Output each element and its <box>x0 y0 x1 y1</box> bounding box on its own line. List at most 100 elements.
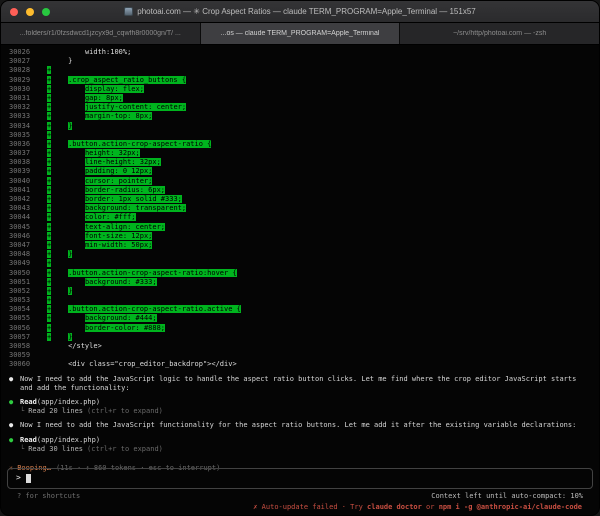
message-bullet-icon: ● <box>9 421 20 430</box>
code-text: <div class="crop_editor_backdrop"></div> <box>68 360 237 368</box>
diff-line: 30028+ <box>1 66 599 75</box>
code-text: display: flex; <box>85 85 144 93</box>
diff-line: 30044+ color: #fff; <box>1 213 599 222</box>
code-text: } <box>68 57 72 65</box>
diff-line: 30043+ background: transparent; <box>1 204 599 213</box>
diff-line: 30049+ <box>1 259 599 268</box>
line-number: 30030 <box>9 85 31 94</box>
tool-name: Read <box>20 436 37 444</box>
line-number: 30028 <box>9 66 31 75</box>
code-text: </style> <box>68 342 102 350</box>
tool-call-label: Read(app/index.php) <box>20 398 599 407</box>
diff-line: 30036+ .button.action-crop-aspect-ratio … <box>1 140 599 149</box>
code-text: height: 32px; <box>85 149 140 157</box>
bottom-ui: > ? for shortcuts Context left until aut… <box>1 468 599 512</box>
line-number: 30059 <box>9 351 31 360</box>
diff-line: 30033+ margin-top: 8px; <box>1 112 599 121</box>
diff-line: 30054+ .button.action-crop-aspect-ratio.… <box>1 305 599 314</box>
diff-line: 30026 width:100%; <box>1 48 599 57</box>
prompt-symbol: > <box>16 473 21 482</box>
expand-hint: (ctrl+r to expand) <box>87 445 163 454</box>
line-number: 30034 <box>9 122 31 131</box>
diff-line: 30034+ } <box>1 122 599 131</box>
expand-hint: (ctrl+r to expand) <box>87 407 163 416</box>
code-text: font-size: 12px; <box>85 232 152 240</box>
message-text: Now I need to add the JavaScript functio… <box>20 421 599 430</box>
code-text: background: #444; <box>85 314 157 322</box>
code-text: color: #fff; <box>85 213 136 221</box>
line-number: 30040 <box>9 177 31 186</box>
title-bar[interactable]: photoai.com — ✳ Crop Aspect Ratios — cla… <box>1 1 599 23</box>
code-text: border-radius: 6px; <box>85 186 165 194</box>
tool-args: (app/index.php) <box>37 436 100 444</box>
line-number: 30048 <box>9 250 31 259</box>
diff-line: 30059 <box>1 351 599 360</box>
close-button[interactable] <box>10 8 18 16</box>
diff-line: 30040+ cursor: pointer; <box>1 177 599 186</box>
tool-result-text: Read 30 lines <box>28 445 83 454</box>
line-number: 30042 <box>9 195 31 204</box>
diff-line: 30041+ border-radius: 6px; <box>1 186 599 195</box>
tool-args: (app/index.php) <box>37 398 100 406</box>
code-text: background: transparent; <box>85 204 186 212</box>
traffic-lights <box>10 1 50 22</box>
diff-line: 30048+ } <box>1 250 599 259</box>
claude-doctor-command: claude doctor <box>367 503 422 511</box>
diff-line: 30031+ gap: 8px; <box>1 94 599 103</box>
elbow-icon: └ <box>20 445 24 454</box>
message-bullet-icon: ● <box>9 375 20 384</box>
code-text: } <box>68 287 72 295</box>
code-text: line-height: 32px; <box>85 158 161 166</box>
code-text: .button.action-crop-aspect-ratio { <box>68 140 211 148</box>
window-title: photoai.com — ✳ Crop Aspect Ratios — cla… <box>137 7 475 16</box>
line-number: 30039 <box>9 167 31 176</box>
code-text: min-width: 50px; <box>85 241 152 249</box>
prompt-input[interactable]: > <box>7 468 593 489</box>
diff-line: 30027 } <box>1 57 599 66</box>
tab-zsh[interactable]: ~/srv/http/photoai.com — -zsh <box>400 23 599 44</box>
diff-line: 30047+ min-width: 50px; <box>1 241 599 250</box>
code-text: .button.action-crop-aspect-ratio:hover { <box>68 269 237 277</box>
line-number: 30053 <box>9 296 31 305</box>
tool-call-read-2: ● Read(app/index.php) └ Read 30 lines (c… <box>1 436 599 454</box>
line-number: 30029 <box>9 76 31 85</box>
tool-bullet-icon: ● <box>9 436 20 445</box>
diff-line: 30042+ border: 1px solid #333; <box>1 195 599 204</box>
document-proxy-icon <box>124 7 133 16</box>
text-cursor <box>26 474 31 483</box>
tool-result-text: Read 20 lines <box>28 407 83 416</box>
tool-result[interactable]: └ Read 20 lines (ctrl+r to expand) <box>9 407 599 416</box>
tab-temp-folder[interactable]: ...folders/r1/0fzsdwcd1jzcyx9d_cqwfh8r00… <box>1 23 201 44</box>
elbow-icon: └ <box>20 407 24 416</box>
code-text: .button.action-crop-aspect-ratio.active … <box>68 305 241 313</box>
line-number: 30060 <box>9 360 31 369</box>
line-number: 30038 <box>9 158 31 167</box>
line-number: 30056 <box>9 324 31 333</box>
diff-block: 30026 width:100%; 30027 } 30028+ 30029+ … <box>1 48 599 370</box>
code-text: cursor: pointer; <box>85 177 152 185</box>
diff-line: 30037+ height: 32px; <box>1 149 599 158</box>
line-number: 30047 <box>9 241 31 250</box>
zoom-button[interactable] <box>42 8 50 16</box>
code-text: background: #333; <box>85 278 157 286</box>
tool-result[interactable]: └ Read 30 lines (ctrl+r to expand) <box>9 445 599 454</box>
line-number: 30050 <box>9 269 31 278</box>
line-number: 30036 <box>9 140 31 149</box>
diff-line: 30045+ text-align: center; <box>1 223 599 232</box>
tool-bullet-icon: ● <box>9 398 20 407</box>
diff-sign: + <box>47 296 51 304</box>
tab-claude-session[interactable]: ...os — claude TERM_PROGRAM=Apple_Termin… <box>201 23 401 44</box>
line-number: 30044 <box>9 213 31 222</box>
update-error-or: or <box>422 503 439 511</box>
line-number: 30032 <box>9 103 31 112</box>
code-text: } <box>68 250 72 258</box>
line-number: 30031 <box>9 94 31 103</box>
code-text: text-align: center; <box>85 223 165 231</box>
line-number: 30033 <box>9 112 31 121</box>
line-number: 30046 <box>9 232 31 241</box>
code-text: } <box>68 333 72 341</box>
tool-call-read-1: ● Read(app/index.php) └ Read 20 lines (c… <box>1 398 599 416</box>
code-text: margin-top: 8px; <box>85 112 152 120</box>
minimize-button[interactable] <box>26 8 34 16</box>
line-number: 30035 <box>9 131 31 140</box>
